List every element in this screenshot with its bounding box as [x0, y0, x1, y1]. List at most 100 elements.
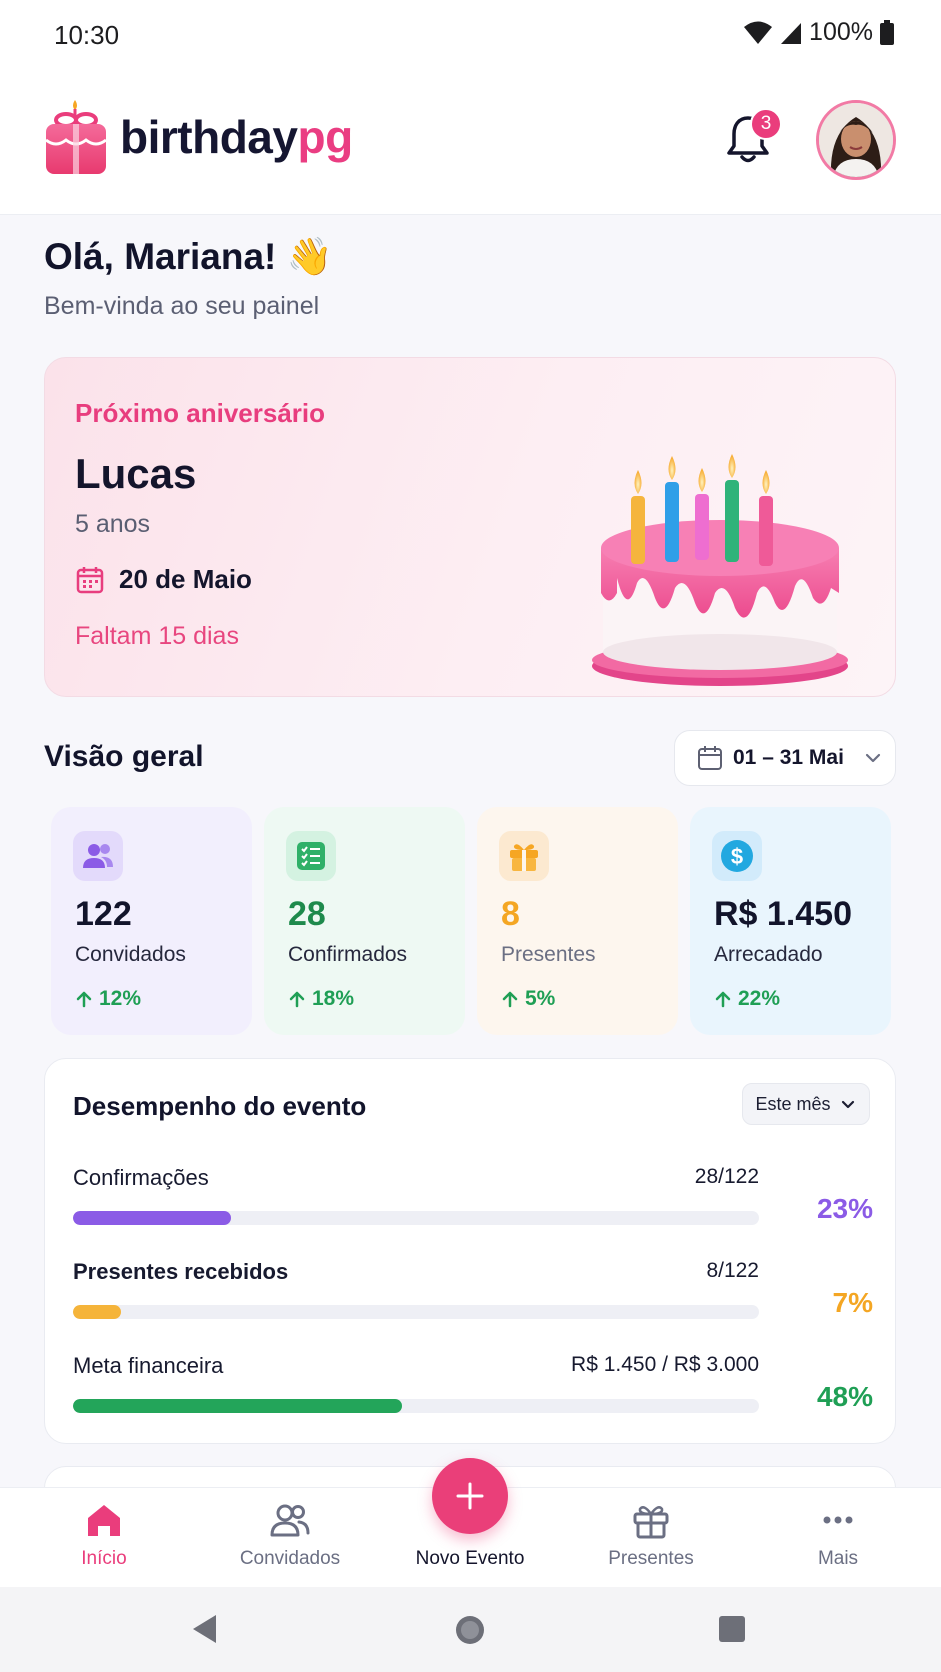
progress-fill: [73, 1305, 122, 1319]
logo-text-dark: birthday: [120, 111, 298, 163]
stat-label: Arrecadado: [714, 943, 823, 966]
birthday-date: 20 de Maio: [119, 564, 252, 594]
stat-value: 28: [288, 895, 326, 933]
birthday-person-age: 5 anos: [75, 510, 151, 538]
greeting-title: Olá, Mariana! 👋: [44, 236, 333, 277]
progress-track: [73, 1211, 759, 1225]
home-button-icon[interactable]: [454, 1614, 486, 1646]
back-icon[interactable]: [190, 1613, 220, 1645]
metric-percent: 23%: [816, 1193, 873, 1224]
nav-label: Início: [81, 1548, 127, 1569]
battery-text: 100%: [809, 18, 873, 46]
svg-text:$: $: [731, 844, 743, 869]
arrow-up-icon: [502, 991, 518, 1008]
stat-value: 122: [75, 895, 132, 933]
recents-icon[interactable]: [718, 1615, 746, 1643]
user-avatar-icon: [819, 103, 893, 177]
dollar-icon: $: [712, 831, 762, 881]
nav-item-gifts[interactable]: Presentes: [561, 1488, 741, 1588]
period-filter-dropdown[interactable]: Este mês: [742, 1083, 870, 1125]
nav-item-more[interactable]: Mais: [748, 1488, 928, 1588]
stat-card-confirmed[interactable]: 28 Confirmados 18%: [264, 807, 465, 1035]
battery-icon: [880, 19, 894, 45]
signal-icon: [781, 22, 802, 44]
performance-title: Desempenho do evento: [73, 1091, 367, 1121]
home-icon: [88, 1505, 120, 1536]
metric-percent: 48%: [816, 1381, 873, 1412]
metric-gifts-received: Presentes recebidos 8/122 7%: [73, 1259, 873, 1329]
birthday-countdown: Faltam 15 dias: [75, 622, 239, 650]
nav-label: Mais: [817, 1548, 859, 1569]
stat-change: 5%: [501, 987, 555, 1011]
users-icon: [270, 1504, 310, 1537]
plus-icon: [456, 1482, 484, 1510]
stat-value: R$ 1.450: [714, 895, 852, 933]
metric-label: Meta financeira: [73, 1353, 224, 1378]
progress-fill: [73, 1399, 403, 1413]
logo[interactable]: birthdaypg: [44, 98, 353, 176]
nav-label: Convidados: [239, 1548, 341, 1569]
event-performance-card: Desempenho do evento Este mês Confirmaçõ…: [44, 1058, 896, 1444]
app-header: birthdaypg 3: [0, 70, 941, 215]
birthday-cake-illustration: [592, 454, 848, 686]
stat-change-value: 18%: [312, 987, 355, 1010]
nav-item-home[interactable]: Início: [14, 1488, 194, 1588]
status-indicators: 100%: [743, 18, 895, 47]
avatar[interactable]: [816, 100, 896, 180]
calendar-icon: [698, 746, 722, 770]
nav-label: Presentes: [608, 1548, 694, 1569]
nav-item-guests[interactable]: Convidados: [200, 1488, 380, 1588]
stat-label: Convidados: [75, 943, 186, 966]
stat-card-raised[interactable]: $ R$ 1.450 Arrecadado 22%: [690, 807, 891, 1035]
next-birthday-label: Próximo aniversário: [75, 398, 325, 428]
status-time: 10:30: [54, 20, 120, 50]
calendar-icon: [76, 566, 104, 593]
metric-value: R$ 1.450 / R$ 3.000: [571, 1353, 759, 1376]
greeting-subtitle: Bem-vinda ao seu painel: [44, 292, 320, 320]
stat-change: 22%: [714, 987, 780, 1011]
arrow-up-icon: [289, 991, 305, 1008]
birthday-date-row: 20 de Maio: [75, 564, 252, 595]
metric-percent: 7%: [832, 1287, 873, 1318]
wifi-icon: [744, 21, 773, 44]
stat-change-value: 22%: [738, 987, 781, 1010]
metric-confirmations: Confirmações 28/122 23%: [73, 1165, 873, 1235]
chevron-down-icon: [865, 753, 881, 763]
logo-text: birthdaypg: [120, 110, 353, 164]
stat-card-gifts[interactable]: 8 Presentes 5%: [477, 807, 678, 1035]
stat-value: 8: [501, 895, 520, 933]
period-filter-label: Este mês: [755, 1093, 831, 1114]
stat-label: Confirmados: [288, 943, 408, 966]
stat-label: Presentes: [501, 943, 596, 966]
stat-change-value: 12%: [99, 987, 142, 1010]
new-event-button[interactable]: [432, 1458, 508, 1534]
users-icon: [73, 831, 123, 881]
metric-label: Presentes recebidos: [73, 1259, 289, 1284]
progress-track: [73, 1399, 759, 1413]
date-range-label: 01 – 31 Mai: [733, 746, 844, 769]
progress-track: [73, 1305, 759, 1319]
gift-icon: [499, 831, 549, 881]
metric-label: Confirmações: [73, 1165, 209, 1190]
metric-financial-goal: Meta financeira R$ 1.450 / R$ 3.000 48%: [73, 1353, 873, 1423]
status-bar: 10:30 100%: [0, 0, 941, 70]
gift-cake-logo-icon: [45, 100, 107, 174]
progress-fill: [73, 1211, 231, 1225]
date-range-selector[interactable]: 01 – 31 Mai: [674, 730, 896, 786]
overview-title: Visão geral: [44, 740, 204, 773]
stat-card-guests[interactable]: 122 Convidados 12%: [51, 807, 252, 1035]
more-icon: [823, 1516, 853, 1524]
nav-label: Novo Evento: [415, 1548, 525, 1569]
arrow-up-icon: [76, 991, 92, 1008]
checklist-icon: [286, 831, 336, 881]
stat-change: 18%: [288, 987, 354, 1011]
metric-value: 28/122: [694, 1165, 759, 1188]
logo-text-accent: pg: [297, 111, 353, 163]
notification-badge: 3: [750, 108, 782, 140]
chevron-down-icon: [841, 1100, 854, 1109]
gift-icon: [633, 1506, 669, 1539]
next-birthday-card[interactable]: Próximo aniversário Lucas 5 anos 20 de M…: [44, 357, 896, 697]
stat-change: 12%: [75, 987, 141, 1011]
metric-value: 8/122: [706, 1259, 759, 1282]
birthday-person-name: Lucas: [75, 450, 197, 497]
